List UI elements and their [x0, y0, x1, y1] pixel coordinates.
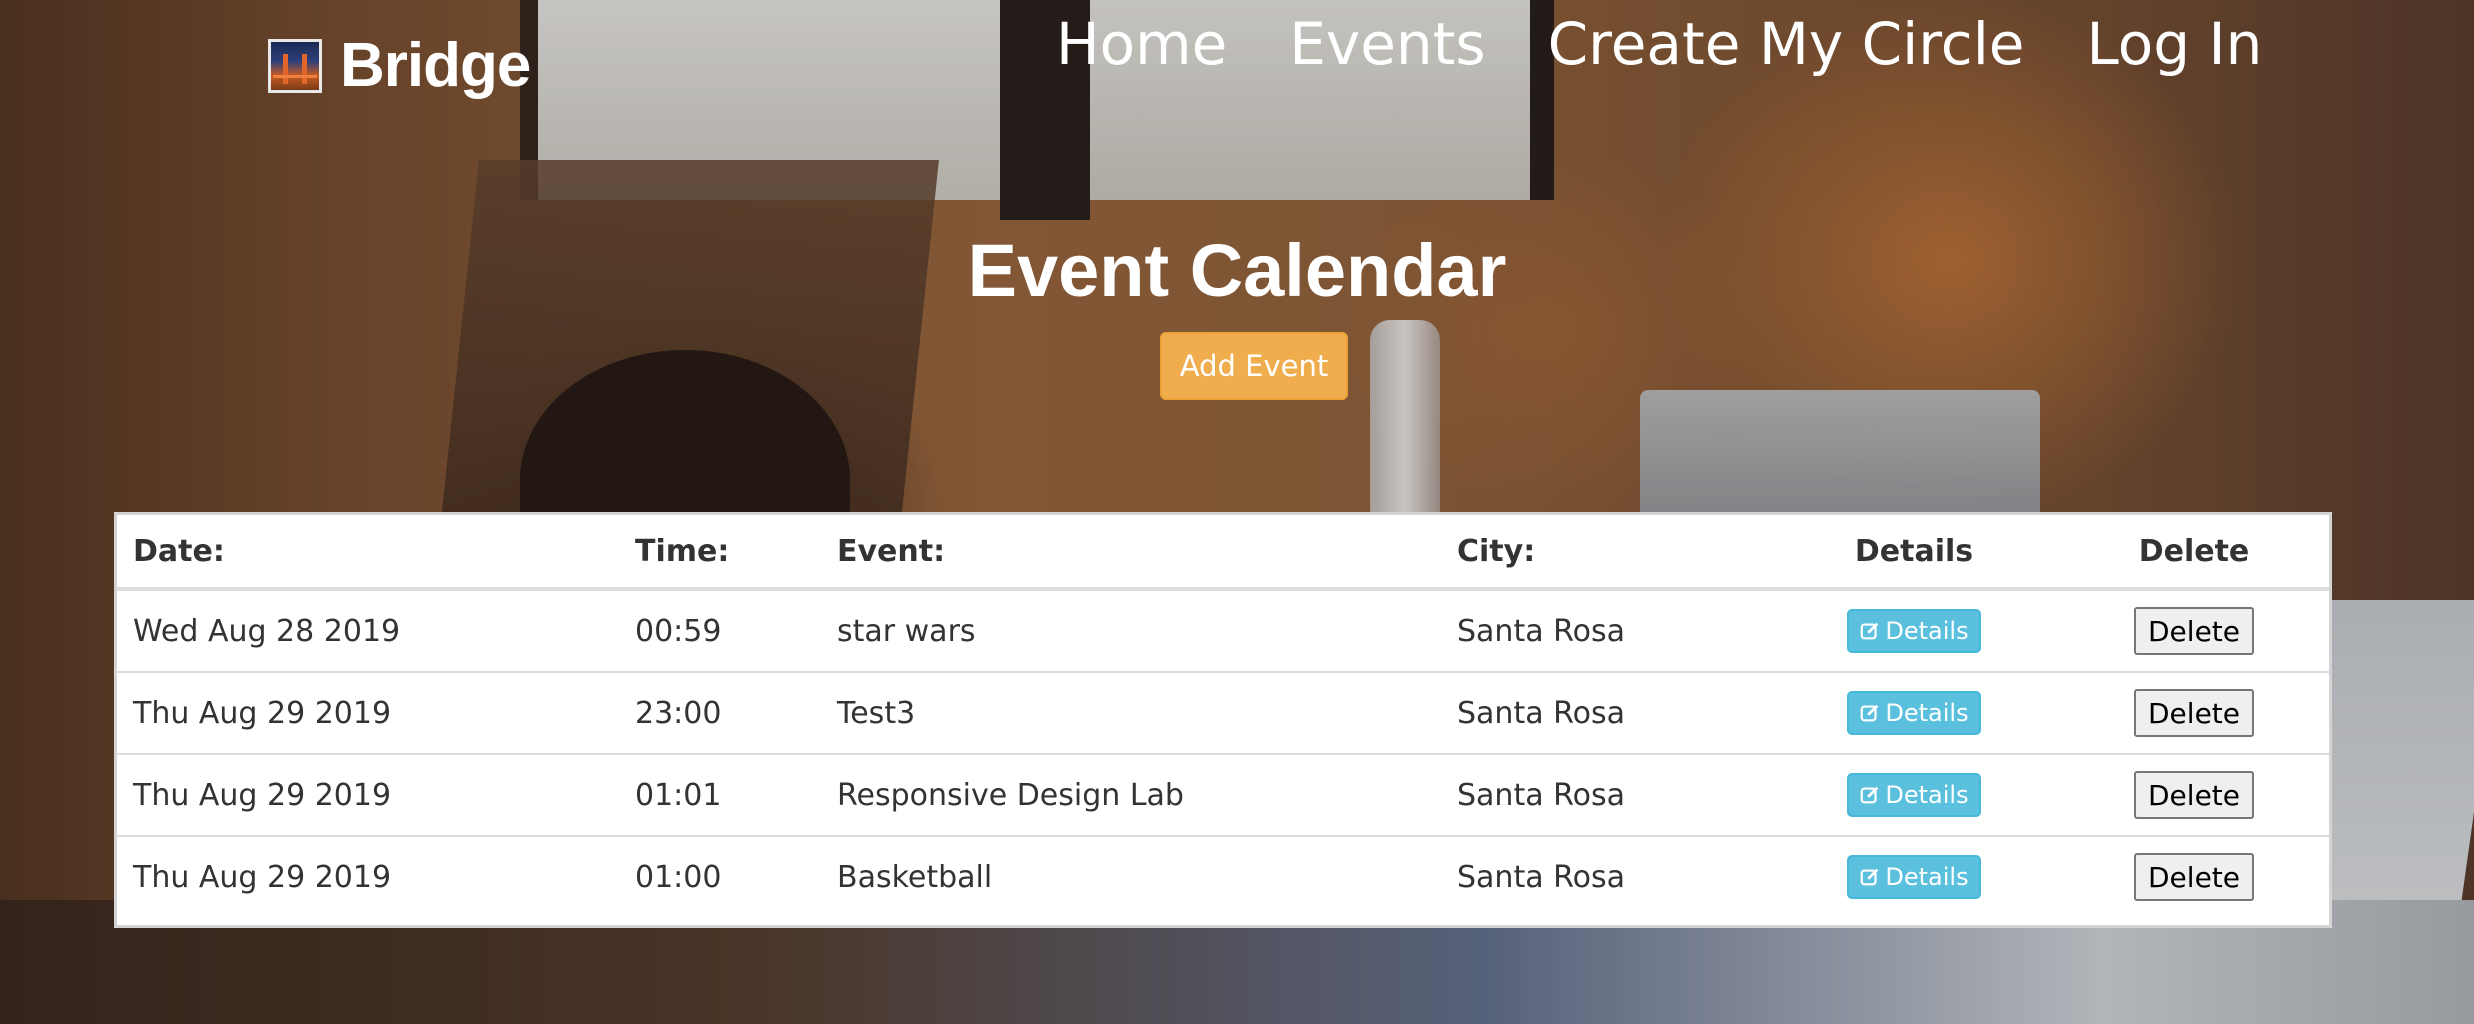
details-label: Details	[1885, 699, 1969, 727]
table-header-row: Date: Time: Event: City: Details Delete	[117, 515, 2329, 591]
details-label: Details	[1885, 781, 1969, 809]
delete-button[interactable]: Delete	[2134, 853, 2254, 901]
delete-button[interactable]: Delete	[2134, 771, 2254, 819]
details-label: Details	[1885, 617, 1969, 645]
table-row: Wed Aug 28 2019 00:59 star wars Santa Ro…	[117, 589, 2329, 673]
details-button[interactable]: Details	[1847, 855, 1981, 899]
cell-delete: Delete	[2059, 672, 2329, 755]
cell-date: Thu Aug 29 2019	[117, 672, 619, 755]
details-button[interactable]: Details	[1847, 609, 1981, 653]
brand-name[interactable]: Bridge	[340, 30, 531, 101]
cell-delete: Delete	[2059, 836, 2329, 917]
cell-event: Basketball	[837, 859, 993, 895]
cell-delete: Delete	[2059, 589, 2329, 673]
cell-details: Details	[1769, 672, 2059, 755]
nav-log-in[interactable]: Log In	[2087, 10, 2263, 78]
table-row: Thu Aug 29 2019 01:01 Responsive Design …	[117, 754, 2329, 837]
main-nav: Home Events Create My Circle Log In	[1056, 10, 2262, 78]
bridge-logo-icon	[268, 38, 322, 93]
cell-city: Santa Rosa	[1457, 859, 1625, 895]
cell-date: Wed Aug 28 2019	[117, 589, 619, 673]
table-row: Thu Aug 29 2019 01:00 Basketball Santa R…	[117, 836, 2329, 917]
add-event-button[interactable]: Add Event	[1160, 332, 1348, 400]
cell-date: Thu Aug 29 2019	[133, 859, 392, 895]
cell-time: 23:00	[619, 672, 821, 755]
details-button[interactable]: Details	[1847, 773, 1981, 817]
cell-city: Santa Rosa	[1441, 754, 1769, 837]
edit-icon	[1861, 786, 1879, 804]
table-row: Thu Aug 29 2019 23:00 Test3 Santa Rosa D…	[117, 672, 2329, 755]
cell-time: 01:01	[619, 754, 821, 837]
header-event: Event:	[821, 515, 1441, 591]
cell-details: Details	[1769, 754, 2059, 837]
events-table-panel: Date: Time: Event: City: Details Delete …	[114, 512, 2332, 928]
delete-button[interactable]: Delete	[2134, 607, 2254, 655]
events-table: Date: Time: Event: City: Details Delete …	[117, 515, 2329, 917]
cell-delete: Delete	[2059, 754, 2329, 837]
cell-time: 01:00	[635, 859, 722, 895]
delete-button[interactable]: Delete	[2134, 689, 2254, 737]
cell-details: Details	[1769, 836, 2059, 917]
cell-details: Details	[1769, 589, 2059, 673]
header-date: Date:	[117, 515, 619, 591]
cell-city: Santa Rosa	[1441, 589, 1769, 673]
nav-create-my-circle[interactable]: Create My Circle	[1548, 10, 2025, 78]
header-details: Details	[1769, 515, 2059, 591]
cell-city: Santa Rosa	[1441, 672, 1769, 755]
cell-event: star wars	[821, 589, 1441, 673]
details-label: Details	[1885, 863, 1969, 891]
edit-icon	[1861, 704, 1879, 722]
nav-home[interactable]: Home	[1056, 10, 1227, 78]
nav-events[interactable]: Events	[1289, 10, 1485, 78]
page-title: Event Calendar	[967, 229, 1507, 312]
cell-date: Thu Aug 29 2019	[117, 754, 619, 837]
edit-icon	[1861, 622, 1879, 640]
header-delete: Delete	[2059, 515, 2329, 591]
cell-time: 00:59	[619, 589, 821, 673]
details-button[interactable]: Details	[1847, 691, 1981, 735]
header-time: Time:	[619, 515, 821, 591]
cell-event: Responsive Design Lab	[821, 754, 1441, 837]
edit-icon	[1861, 868, 1879, 886]
cell-event: Test3	[821, 672, 1441, 755]
brand[interactable]: Bridge	[268, 30, 531, 101]
header-city: City:	[1441, 515, 1769, 591]
